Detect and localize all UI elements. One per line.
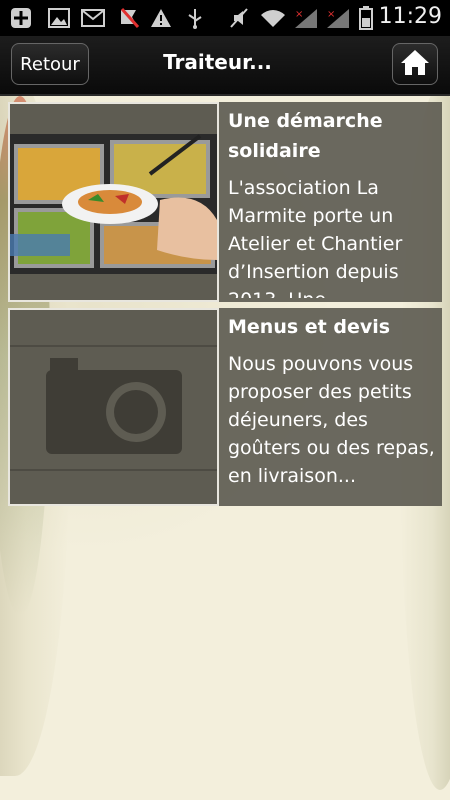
gmail-icon	[80, 6, 106, 30]
list-item-description: L'association La Marmite porte un Atelie…	[228, 177, 403, 298]
list-item[interactable]: Une démarche solidaire L'association La …	[8, 102, 442, 302]
home-icon	[400, 48, 430, 80]
food-buffet-photo	[8, 102, 219, 302]
list-item-description: Nous pouvons vous proposer des petits dé…	[228, 353, 435, 487]
battery-icon	[357, 6, 375, 30]
back-button[interactable]: Retour	[11, 43, 89, 85]
warning-icon	[148, 6, 174, 30]
list-item-title: Une démarche solidaire	[228, 110, 383, 162]
camera-placeholder-icon	[8, 308, 219, 506]
svg-text:×: ×	[295, 9, 303, 20]
add-box-icon	[8, 6, 34, 30]
nav-bar: Retour Traiteur...	[0, 36, 450, 96]
list-item-text: Une démarche solidaire L'association La …	[228, 106, 436, 298]
status-bar: × × 11:29	[0, 0, 450, 36]
page-title: Traiteur...	[163, 50, 272, 74]
flag-icon	[116, 6, 142, 30]
home-button[interactable]	[392, 43, 438, 85]
muted-icon	[226, 6, 252, 30]
image-icon	[46, 6, 72, 30]
svg-text:×: ×	[327, 9, 335, 20]
wifi-icon	[258, 6, 288, 30]
signal-x-icon: ×	[292, 6, 320, 30]
list-item-title: Menus et devis	[228, 316, 391, 338]
signal-x-icon: ×	[324, 6, 352, 30]
content-area: Une démarche solidaire L'association La …	[0, 96, 450, 800]
list-item[interactable]: Menus et devis Nous pouvons vous propose…	[8, 308, 442, 506]
usb-icon	[182, 6, 208, 30]
status-time: 11:29	[378, 4, 442, 29]
list-item-text: Menus et devis Nous pouvons vous propose…	[228, 312, 436, 502]
